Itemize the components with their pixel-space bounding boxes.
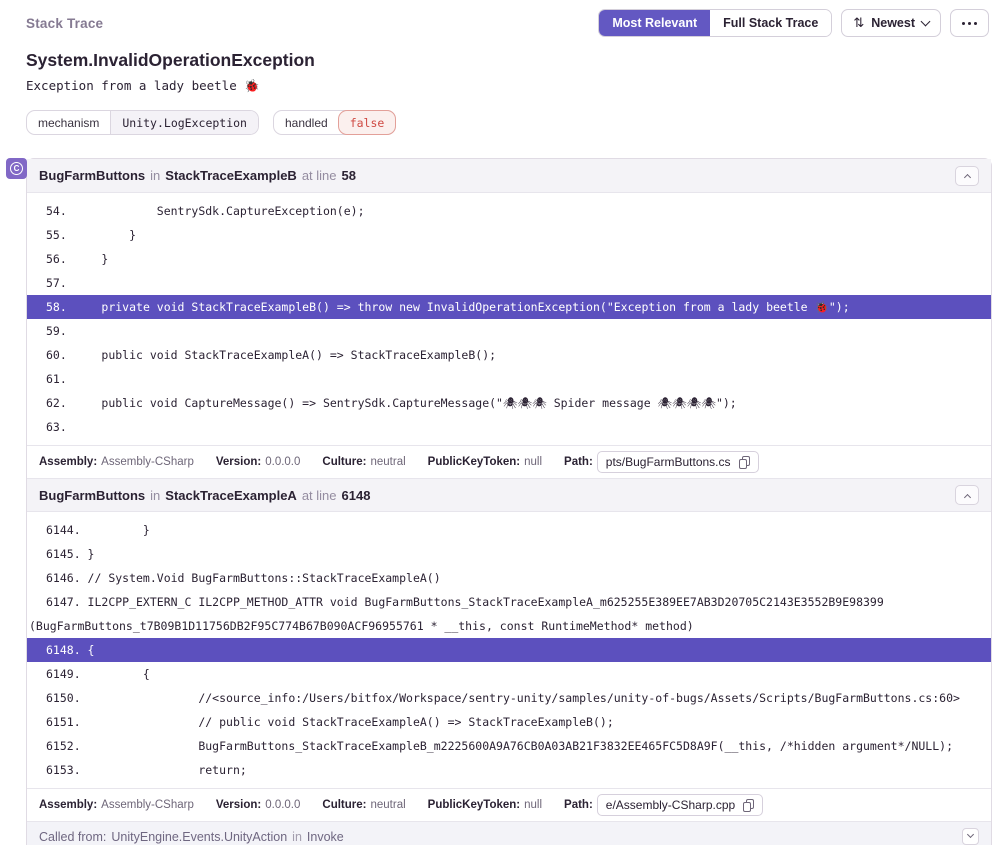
code-line: 60. public void StackTraceExampleA() => … <box>27 343 991 367</box>
code-line: 54. SentrySdk.CaptureException(e); <box>27 199 991 223</box>
code-line: 6150. //<source_info:/Users/bitfox/Works… <box>27 686 991 710</box>
frame-atline-label: at line <box>302 168 337 183</box>
called-from-label: Called from: <box>39 830 106 844</box>
frame-function: StackTraceExampleA <box>165 488 297 503</box>
frame-header[interactable]: BugFarmButtons in StackTraceExampleA at … <box>27 478 991 512</box>
frame-header[interactable]: BugFarmButtons in StackTraceExampleB at … <box>27 159 991 193</box>
top-bar: Stack Trace Most Relevant Full Stack Tra… <box>0 0 999 37</box>
frame-module: BugFarmButtons <box>39 488 145 503</box>
tag-key: handled <box>274 111 339 134</box>
version-value: 0.0.0.0 <box>265 456 300 468</box>
code-line: 6146. // System.Void BugFarmButtons::Sta… <box>27 566 991 590</box>
code-line: 61. <box>27 367 991 391</box>
code-line: 62. public void CaptureMessage() => Sent… <box>27 391 991 415</box>
culture-value: neutral <box>371 799 406 811</box>
code-line-wrapped: 6147. IL2CPP_EXTERN_C IL2CPP_METHOD_ATTR… <box>27 590 991 638</box>
ellipsis-icon <box>962 22 977 25</box>
tag-mechanism: mechanism Unity.LogException <box>26 110 259 135</box>
sort-arrows-icon: ⇅ <box>853 16 864 31</box>
code-line: 6145. } <box>27 542 991 566</box>
code-context: 54. SentrySdk.CaptureException(e); 55. }… <box>27 193 991 445</box>
expand-called-from-button[interactable] <box>962 828 979 845</box>
culture-value: neutral <box>371 456 406 468</box>
tag-key: mechanism <box>27 111 110 134</box>
frame-line-number: 6148 <box>342 488 371 503</box>
tag-value: Unity.LogException <box>110 111 258 134</box>
more-options-button[interactable] <box>950 9 989 37</box>
collapse-frame-button[interactable] <box>955 485 979 505</box>
path-value: e/Assembly-CSharp.cpp <box>597 794 763 816</box>
code-line: 6144. } <box>27 518 991 542</box>
assembly-value: Assembly-CSharp <box>101 799 194 811</box>
frame-function: StackTraceExampleB <box>165 168 297 183</box>
code-line: 6151. // public void StackTraceExampleA(… <box>27 710 991 734</box>
called-from-bar: Called from: UnityEngine.Events.UnityAct… <box>27 821 991 845</box>
publickeytoken-value: null <box>524 799 542 811</box>
version-value: 0.0.0.0 <box>265 799 300 811</box>
frame-line-number: 58 <box>342 168 356 183</box>
most-relevant-button[interactable]: Most Relevant <box>599 10 710 36</box>
called-from-in-label: in <box>292 830 302 844</box>
assembly-value: Assembly-CSharp <box>101 456 194 468</box>
code-line: 56. } <box>27 247 991 271</box>
sort-dropdown[interactable]: ⇅ Newest <box>841 9 941 37</box>
code-line-highlighted: 58. private void StackTraceExampleB() =>… <box>27 295 991 319</box>
called-from-function: Invoke <box>307 830 344 844</box>
code-line: 6152. BugFarmButtons_StackTraceExampleB_… <box>27 734 991 758</box>
csharp-platform-icon: C <box>6 158 27 179</box>
chevron-up-icon <box>963 174 970 181</box>
copy-icon[interactable] <box>739 456 750 469</box>
stack-frame: BugFarmButtons in StackTraceExampleB at … <box>27 159 991 478</box>
sort-value: Newest <box>871 16 915 30</box>
exception-message: Exception from a lady beetle 🐞 <box>26 78 973 94</box>
tag-handled: handled false <box>273 110 396 135</box>
section-heading: Stack Trace <box>26 16 103 31</box>
frame-in-label: in <box>150 488 160 503</box>
code-line: 59. <box>27 319 991 343</box>
code-line: 6149. { <box>27 662 991 686</box>
code-line-highlighted: 6148. { <box>27 638 991 662</box>
frame-atline-label: at line <box>302 488 337 503</box>
stack-frame: BugFarmButtons in StackTraceExampleA at … <box>27 478 991 821</box>
exception-title: System.InvalidOperationException <box>26 50 973 71</box>
publickeytoken-value: null <box>524 456 542 468</box>
copy-icon[interactable] <box>743 799 754 812</box>
frame-module: BugFarmButtons <box>39 168 145 183</box>
chevron-up-icon <box>963 493 970 500</box>
chevron-down-icon <box>921 16 931 26</box>
code-line: 63. <box>27 415 991 439</box>
chevron-down-icon <box>967 831 974 838</box>
code-line: 6153. return; <box>27 758 991 782</box>
frame-meta: Assembly:Assembly-CSharp Version:0.0.0.0… <box>27 788 991 821</box>
code-context: 6144. } 6145. } 6146. // System.Void Bug… <box>27 512 991 788</box>
tags-row: mechanism Unity.LogException handled fal… <box>26 110 973 135</box>
stack-trace-panel: C BugFarmButtons in StackTraceExampleB a… <box>26 158 992 845</box>
called-from-module: UnityEngine.Events.UnityAction <box>111 830 287 844</box>
collapse-frame-button[interactable] <box>955 166 979 186</box>
code-line: 55. } <box>27 223 991 247</box>
stack-view-toggle: Most Relevant Full Stack Trace <box>598 9 832 37</box>
path-value: pts/BugFarmButtons.cs <box>597 451 759 473</box>
toolbar: Most Relevant Full Stack Trace ⇅ Newest <box>598 9 989 37</box>
tag-value: false <box>338 110 397 135</box>
frame-in-label: in <box>150 168 160 183</box>
full-stack-trace-button[interactable]: Full Stack Trace <box>710 10 831 36</box>
frame-meta: Assembly:Assembly-CSharp Version:0.0.0.0… <box>27 445 991 478</box>
code-line: 57. <box>27 271 991 295</box>
